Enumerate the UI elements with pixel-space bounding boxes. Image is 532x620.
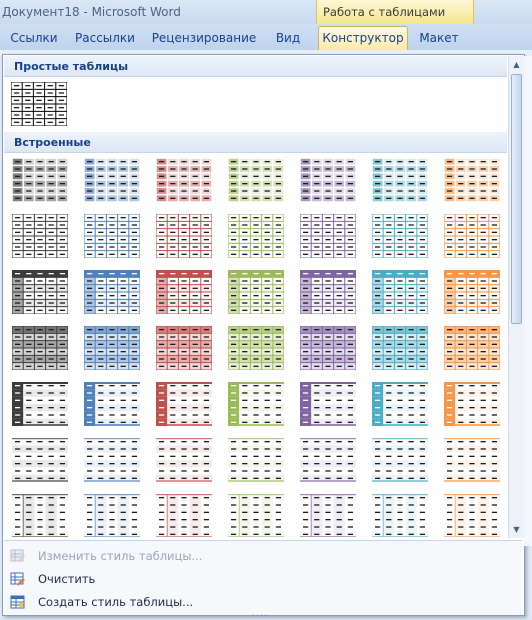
section-header-simple: Простые таблицы	[4, 56, 507, 77]
table-style-thumb[interactable]	[12, 494, 68, 537]
table-style-thumb[interactable]	[228, 214, 284, 258]
window-title: Документ18 - Microsoft Word	[2, 5, 181, 19]
tab-design[interactable]: Конструктор	[318, 26, 408, 51]
menu-modify-style[interactable]: Изменить стиль таблицы...	[4, 545, 522, 567]
table-style-thumb[interactable]	[12, 438, 68, 482]
table-style-thumb[interactable]	[300, 382, 356, 426]
new-table-style-icon	[10, 594, 26, 610]
table-style-thumb[interactable]	[228, 438, 284, 482]
table-style-thumb[interactable]	[300, 326, 356, 370]
table-style-thumb[interactable]	[300, 214, 356, 258]
context-tab-group: Работа с таблицами	[316, 0, 474, 24]
gallery-menu: Изменить стиль таблицы... Очистить Созда…	[4, 540, 522, 615]
modify-table-style-icon	[10, 548, 26, 564]
table-style-thumb[interactable]	[84, 494, 140, 537]
tab-links[interactable]: Ссылки	[8, 28, 60, 50]
table-style-thumb[interactable]	[156, 270, 212, 314]
tab-review[interactable]: Рецензирование	[150, 28, 258, 50]
table-style-thumb[interactable]	[156, 214, 212, 258]
table-style-thumb[interactable]	[300, 270, 356, 314]
table-style-thumb[interactable]	[372, 494, 428, 537]
table-style-thumb[interactable]	[372, 382, 428, 426]
tab-view[interactable]: Вид	[270, 28, 306, 50]
table-style-thumb[interactable]	[84, 214, 140, 258]
table-style-thumb[interactable]	[444, 438, 500, 482]
table-style-thumb[interactable]	[156, 158, 212, 202]
builtin-styles-grid	[4, 152, 507, 537]
table-style-thumb[interactable]	[372, 438, 428, 482]
table-style-thumb[interactable]	[84, 382, 140, 426]
scroll-down-icon[interactable]: ▼	[509, 522, 524, 537]
table-style-thumb[interactable]	[84, 158, 140, 202]
table-style-thumb[interactable]	[372, 158, 428, 202]
table-style-thumb[interactable]	[444, 214, 500, 258]
table-style-thumb[interactable]	[444, 326, 500, 370]
table-style-thumb[interactable]	[12, 382, 68, 426]
table-style-thumb[interactable]	[228, 158, 284, 202]
table-style-thumb[interactable]	[228, 382, 284, 426]
table-style-thumb[interactable]	[156, 382, 212, 426]
simple-table-style-thumb[interactable]	[11, 82, 67, 126]
table-styles-gallery: Простые таблицы Встроенные ▲ ▼ Изменить …	[2, 54, 525, 616]
context-tab-group-label: Работа с таблицами	[323, 5, 446, 19]
resize-grip[interactable]: ....	[245, 609, 275, 619]
table-style-thumb[interactable]	[228, 270, 284, 314]
table-style-thumb[interactable]	[300, 494, 356, 537]
table-style-thumb[interactable]	[444, 382, 500, 426]
menu-clear[interactable]: Очистить	[4, 568, 522, 590]
title-bar: Документ18 - Microsoft Word Работа с таб…	[0, 0, 532, 24]
table-style-thumb[interactable]	[12, 158, 68, 202]
document-edge	[524, 56, 532, 546]
table-style-thumb[interactable]	[12, 270, 68, 314]
menu-label: Изменить стиль таблицы...	[38, 549, 203, 563]
table-style-thumb[interactable]	[84, 326, 140, 370]
table-style-thumb[interactable]	[228, 326, 284, 370]
table-style-thumb[interactable]	[84, 438, 140, 482]
table-style-thumb[interactable]	[228, 494, 284, 537]
table-style-thumb[interactable]	[84, 270, 140, 314]
table-style-thumb[interactable]	[12, 214, 68, 258]
table-style-thumb[interactable]	[156, 438, 212, 482]
gallery-scrollbar[interactable]: ▲ ▼	[508, 56, 524, 538]
section-header-builtin: Встроенные	[4, 132, 507, 153]
menu-label: Создать стиль таблицы...	[38, 595, 194, 609]
scroll-up-icon[interactable]: ▲	[509, 57, 524, 72]
table-style-thumb[interactable]	[444, 270, 500, 314]
table-style-thumb[interactable]	[372, 270, 428, 314]
table-style-thumb[interactable]	[300, 158, 356, 202]
table-style-thumb[interactable]	[156, 494, 212, 537]
section-title-builtin: Встроенные	[14, 136, 91, 149]
table-style-thumb[interactable]	[372, 326, 428, 370]
ribbon-tabs: Ссылки Рассылки Рецензирование Вид Конст…	[0, 24, 532, 51]
table-style-thumb[interactable]	[12, 326, 68, 370]
table-style-thumb[interactable]	[372, 214, 428, 258]
tab-layout[interactable]: Макет	[414, 28, 464, 50]
tab-mailings[interactable]: Рассылки	[72, 28, 138, 50]
scroll-thumb[interactable]	[511, 74, 522, 324]
table-style-thumb[interactable]	[156, 326, 212, 370]
table-style-thumb[interactable]	[300, 438, 356, 482]
section-title-simple: Простые таблицы	[14, 60, 129, 73]
clear-table-style-icon	[10, 571, 26, 587]
table-style-thumb[interactable]	[444, 158, 500, 202]
table-style-thumb[interactable]	[444, 494, 500, 537]
menu-label: Очистить	[38, 572, 96, 586]
